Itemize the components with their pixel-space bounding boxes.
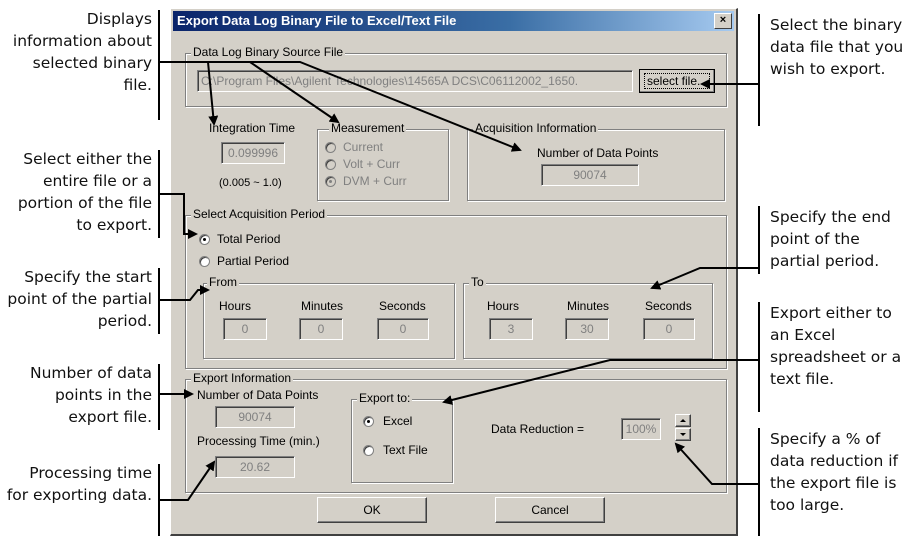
arrow-to-to-seconds (650, 267, 758, 290)
arrow-to-total-period (158, 193, 198, 239)
arrow-to-from-group (158, 285, 210, 301)
arrow-to-export-to (442, 359, 758, 405)
arrow-to-measurement (158, 61, 340, 124)
arrow-to-data-reduction (674, 442, 758, 485)
arrow-to-processing-time (158, 460, 216, 501)
arrow-to-integration-time (158, 61, 219, 126)
callout-arrows (158, 61, 758, 501)
